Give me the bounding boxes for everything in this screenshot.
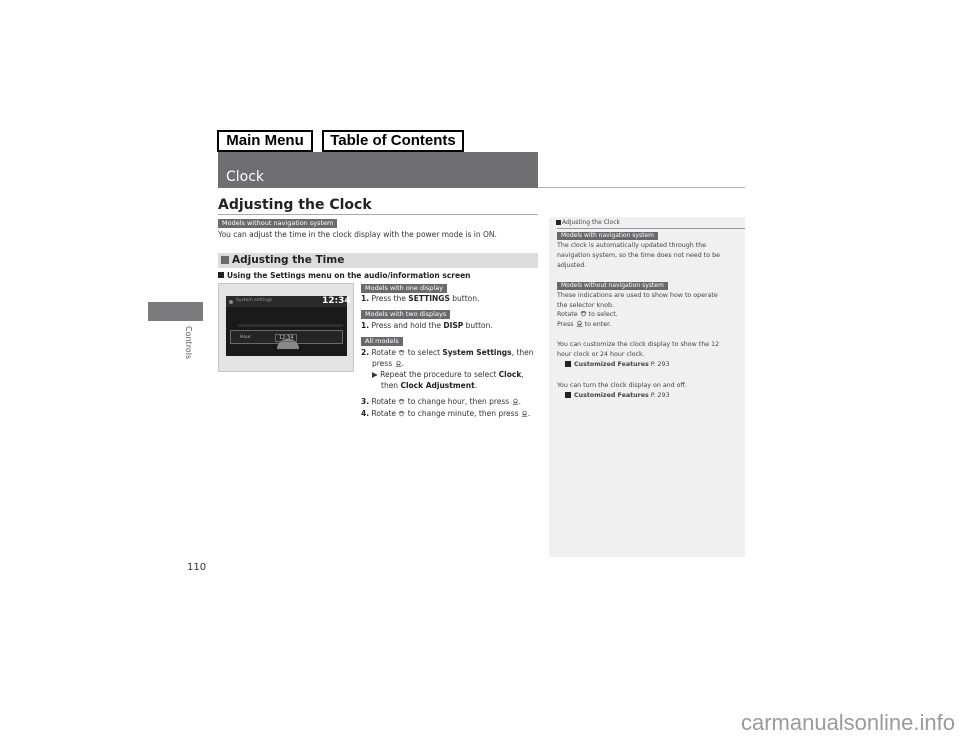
chapter-title-bar <box>218 152 538 188</box>
step-number: 2. <box>361 348 370 357</box>
square-bullet-icon <box>218 272 224 278</box>
cross-reference-icon <box>565 392 571 398</box>
badge-with-navigation: Models with navigation system <box>557 232 658 240</box>
screen-title: System settings <box>236 298 273 303</box>
step-2: 2. Rotate to select System Settings, the… <box>361 348 534 359</box>
step-3: 3. Rotate to change hour, then press . <box>361 397 521 408</box>
step-number: 1. <box>361 294 370 303</box>
step-text: . <box>474 381 478 390</box>
chapter-side-tab[interactable] <box>148 302 203 321</box>
side-text: You can turn the clock display on and of… <box>557 382 687 389</box>
side-text: to enter. <box>582 321 612 328</box>
side-note-rule <box>557 228 745 229</box>
press-knob-icon <box>576 320 582 327</box>
arrow-icon: ▶ <box>372 370 378 379</box>
step-text: Press the <box>371 294 409 303</box>
step-1-two-displays: 1. Press and hold the DISP button. <box>361 321 493 332</box>
subsection-square-icon <box>221 256 229 264</box>
step-text: Rotate <box>371 397 397 406</box>
press-knob-icon <box>521 410 528 417</box>
step-1-one-display: 1. Press the SETTINGS button. <box>361 294 479 305</box>
badge-all-models: All models <box>361 337 403 346</box>
chapter-side-label: Controls <box>184 326 193 360</box>
model-badge: Models without navigation system <box>218 219 338 228</box>
watermark: carmanualsonline.info <box>740 710 955 735</box>
cross-reference-link[interactable]: Customized Features P. 293 <box>565 361 670 368</box>
step-text: . <box>401 359 404 368</box>
side-text: These indications are used to show how t… <box>557 292 718 299</box>
side-text: Rotate <box>557 311 578 318</box>
button-name: SETTINGS <box>408 294 450 303</box>
side-text: Press <box>557 321 574 328</box>
page-number: 110 <box>187 562 207 573</box>
settings-icon <box>229 300 233 304</box>
badge-without-navigation: Models without navigation system <box>557 282 668 290</box>
step-text: Rotate <box>371 348 397 357</box>
table-of-contents-button[interactable]: Table of Contents <box>322 130 464 152</box>
subsection-title: Adjusting the Time <box>232 254 345 266</box>
step-number: 4. <box>361 409 370 418</box>
main-menu-button[interactable]: Main Menu <box>217 130 313 152</box>
step-text: button. <box>463 321 493 330</box>
step-text: . <box>527 409 531 418</box>
side-text: adjusted. <box>557 262 587 269</box>
subhead: Using the Settings menu on the audio/inf… <box>218 271 471 280</box>
xref-page: P. 293 <box>648 392 670 399</box>
step-text: button. <box>449 294 480 303</box>
press-knob-icon <box>512 398 518 405</box>
step-text: Rotate <box>371 409 397 418</box>
section-heading: Adjusting the Clock <box>218 197 372 213</box>
side-text: to select. <box>586 311 618 318</box>
rotate-knob-icon <box>580 311 587 317</box>
side-text: You can customize the clock display to s… <box>557 341 720 348</box>
button-name: DISP <box>443 321 464 330</box>
step-text: . <box>518 397 521 406</box>
step-text: , then <box>511 348 534 357</box>
side-text: The clock is automatically updated throu… <box>557 242 707 249</box>
screen-dim-row <box>238 324 343 327</box>
step-text: , <box>521 370 524 379</box>
step-4: 4. Rotate to change minute, then press . <box>361 409 530 420</box>
chapter-title: Clock <box>226 169 265 185</box>
step-text: to change hour, then press <box>405 397 510 406</box>
screen-row-value: 12:34 <box>275 334 298 342</box>
step-text: press <box>372 359 393 368</box>
menu-name: Clock <box>498 370 522 379</box>
step-text: Repeat the procedure to select <box>380 370 499 379</box>
side-text: navigation system, so the time does not … <box>557 252 720 259</box>
menu-name: System Settings <box>442 348 512 357</box>
side-text: the selector knob. <box>557 302 614 309</box>
section-heading-rule <box>218 214 538 215</box>
step-2-line-2: press . <box>372 359 404 370</box>
step-text: to select <box>405 348 443 357</box>
side-rotate-text: Rotate to select. <box>557 310 618 319</box>
screen-row-label: Hour <box>240 335 251 340</box>
chapter-divider <box>538 187 745 188</box>
badge-two-displays: Models with two displays <box>361 310 451 319</box>
press-knob-icon <box>395 360 401 367</box>
step-text: to change minute, then press <box>405 409 519 418</box>
step-text: Press and hold the <box>371 321 444 330</box>
step-text: then <box>381 381 401 390</box>
step-number: 1. <box>361 321 370 330</box>
side-text: hour clock or 24 hour clock. <box>557 351 645 358</box>
note-icon <box>556 220 561 225</box>
cross-reference-link[interactable]: Customized Features P. 293 <box>565 392 670 399</box>
step-2-substep: ▶ Repeat the procedure to select Clock, <box>372 370 524 381</box>
step-2-substep-line-2: then Clock Adjustment. <box>381 381 477 392</box>
side-note-title: Adjusting the Clock <box>562 219 620 226</box>
step-number: 3. <box>361 397 370 406</box>
xref-label: Customized Features <box>574 361 649 368</box>
xref-page: P. 293 <box>648 361 670 368</box>
cross-reference-icon <box>565 361 571 367</box>
subhead-text: Using the Settings menu on the audio/inf… <box>227 271 471 280</box>
intro-text: You can adjust the time in the clock dis… <box>218 230 497 239</box>
menu-name: Clock Adjustment <box>400 381 475 390</box>
side-note-header: Adjusting the Clock <box>556 219 620 226</box>
xref-label: Customized Features <box>574 392 649 399</box>
badge-one-display: Models with one display <box>361 284 448 293</box>
side-press-text: Press to enter. <box>557 320 611 329</box>
screen-clock: 12:34 <box>322 296 351 306</box>
